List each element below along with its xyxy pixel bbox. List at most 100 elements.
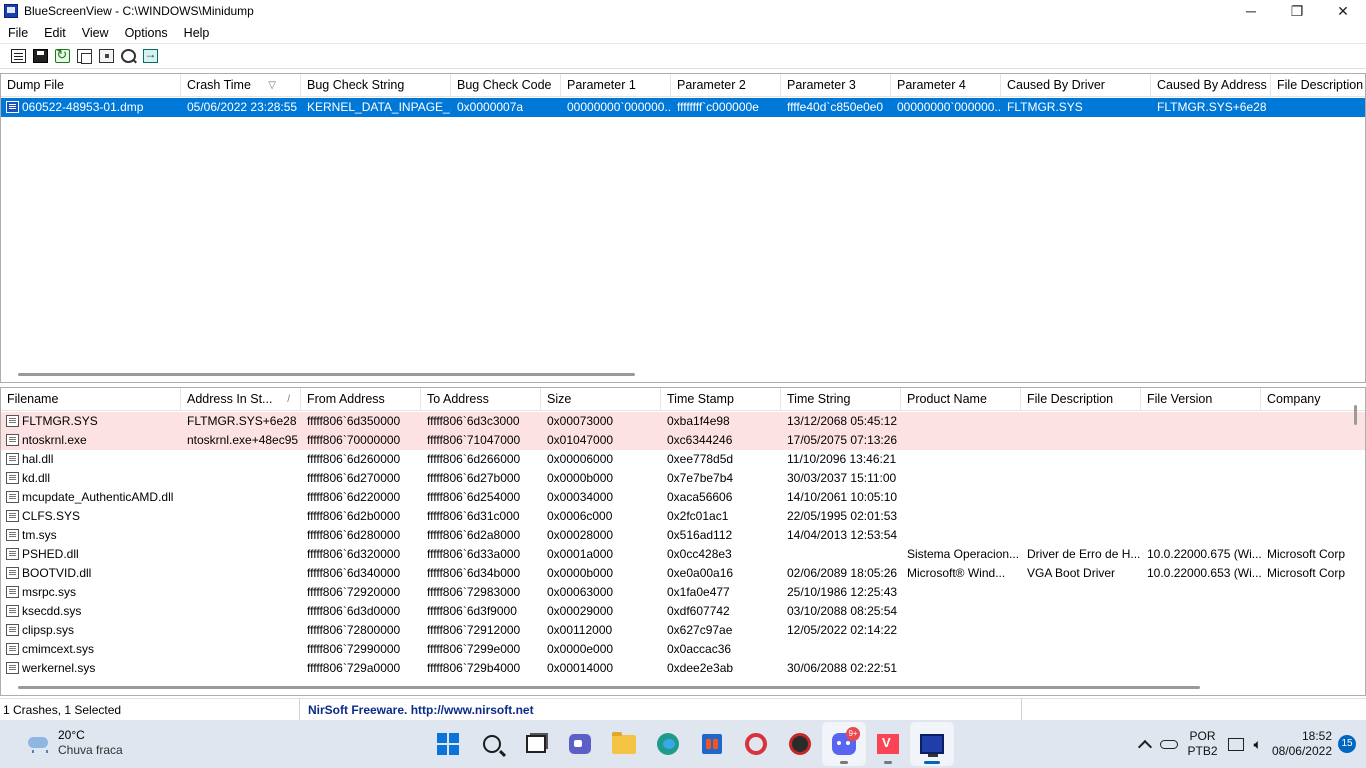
column-bug-check-string[interactable]: Bug Check String bbox=[301, 74, 451, 97]
column-company[interactable]: Company bbox=[1261, 388, 1365, 411]
opera-button[interactable] bbox=[734, 722, 778, 766]
find-button[interactable] bbox=[117, 45, 139, 67]
cell-from-address: fffff806`72920000 bbox=[307, 585, 401, 599]
driver-filename: PSHED.dll bbox=[22, 547, 79, 561]
column-dump-file[interactable]: Dump File bbox=[1, 74, 181, 97]
crash-list[interactable]: Dump File Crash Time ▽ Bug Check String B… bbox=[0, 73, 1366, 383]
task-view-button[interactable] bbox=[514, 722, 558, 766]
column-parameter-2[interactable]: Parameter 2 bbox=[671, 74, 781, 97]
discord-button[interactable]: 9+ bbox=[822, 722, 866, 766]
column-caused-by-address[interactable]: Caused By Address bbox=[1151, 74, 1271, 97]
show-hidden-icons-button[interactable] bbox=[1135, 720, 1155, 768]
cell-product-name bbox=[901, 488, 1021, 507]
column-to-address[interactable]: To Address bbox=[421, 388, 541, 411]
copy-button[interactable] bbox=[73, 45, 95, 67]
minimize-button[interactable]: ─ bbox=[1228, 0, 1274, 22]
cell-product-name bbox=[901, 431, 1021, 450]
cell-bug-check-string: KERNEL_DATA_INPAGE_... bbox=[307, 100, 451, 114]
menu-options[interactable]: Options bbox=[117, 22, 176, 44]
driver-row[interactable]: PSHED.dll fffff806`6d320000 fffff806`6d33a… bbox=[1, 545, 1365, 564]
cell-file-description bbox=[1021, 526, 1141, 545]
weather-widget[interactable]: 20°C Chuva fraca bbox=[26, 728, 123, 758]
start-button[interactable] bbox=[426, 722, 470, 766]
cell-file-description bbox=[1021, 469, 1141, 488]
cell-file-version: 10.0.22000.675 (Wi... bbox=[1147, 547, 1261, 561]
driver-row[interactable]: kd.dll fffff806`6d270000 fffff806`6d27b000… bbox=[1, 469, 1365, 488]
valorant-button[interactable] bbox=[866, 722, 910, 766]
column-product-name[interactable]: Product Name bbox=[901, 388, 1021, 411]
driver-row[interactable]: mcupdate_AuthenticAMD.dll fffff806`6d2200… bbox=[1, 488, 1365, 507]
driver-row[interactable]: cmimcext.sys fffff806`72990000 fffff806`72… bbox=[1, 640, 1365, 659]
column-crash-time[interactable]: Crash Time ▽ bbox=[181, 74, 301, 97]
clock-time: 18:52 bbox=[1301, 729, 1332, 743]
driver-row[interactable]: ntoskrnl.exe ntoskrnl.exe+48ec95 fffff806`… bbox=[1, 431, 1365, 450]
menu-help[interactable]: Help bbox=[176, 22, 218, 44]
crash-row[interactable]: 060522-48953-01.dmp 05/06/2022 23:28:55 … bbox=[1, 98, 1365, 117]
driver-row[interactable]: msrpc.sys fffff806`72920000 fffff806`72983… bbox=[1, 583, 1365, 602]
refresh-button[interactable] bbox=[51, 45, 73, 67]
onedrive-button[interactable] bbox=[1155, 720, 1183, 768]
driver-row[interactable]: tm.sys fffff806`6d280000 fffff806`6d2a8000… bbox=[1, 526, 1365, 545]
menu-file[interactable]: File bbox=[0, 22, 36, 44]
crash-list-hscrollbar[interactable] bbox=[1, 368, 1365, 380]
cell-file-version bbox=[1141, 488, 1261, 507]
driver-filename: kd.dll bbox=[22, 471, 51, 485]
nirsoft-link[interactable]: NirSoft Freeware. http://www.nirsoft.net bbox=[300, 698, 1022, 721]
driver-list-vscroll-thumb[interactable] bbox=[1354, 405, 1357, 425]
clock[interactable]: 18:52 08/06/2022 bbox=[1267, 720, 1338, 768]
weather-temp: 20°C bbox=[58, 728, 85, 742]
cell-from-address: fffff806`729a0000 bbox=[307, 661, 401, 675]
save-button[interactable] bbox=[29, 45, 51, 67]
column-bug-check-code[interactable]: Bug Check Code bbox=[451, 74, 561, 97]
column-file-description[interactable]: File Description bbox=[1271, 74, 1365, 97]
column-from-address[interactable]: From Address bbox=[301, 388, 421, 411]
cell-time-string bbox=[781, 545, 901, 564]
cell-product-name bbox=[901, 640, 1021, 659]
driver-row[interactable]: BOOTVID.dll fffff806`6d340000 fffff806`6d3… bbox=[1, 564, 1365, 583]
column-file-version[interactable]: File Version bbox=[1141, 388, 1261, 411]
network-button[interactable] bbox=[1223, 720, 1249, 768]
crash-list-hscroll-thumb[interactable] bbox=[18, 373, 635, 376]
column-time-stamp[interactable]: Time Stamp bbox=[661, 388, 781, 411]
close-button[interactable]: ✕ bbox=[1320, 0, 1366, 22]
column-parameter-4[interactable]: Parameter 4 bbox=[891, 74, 1001, 97]
properties-button[interactable] bbox=[7, 45, 29, 67]
column-filename[interactable]: Filename bbox=[1, 388, 181, 411]
column-caused-by-driver[interactable]: Caused By Driver bbox=[1001, 74, 1151, 97]
driver-row[interactable]: clipsp.sys fffff806`72800000 fffff806`7291… bbox=[1, 621, 1365, 640]
column-file-description[interactable]: File Description bbox=[1021, 388, 1141, 411]
driver-row[interactable]: CLFS.SYS fffff806`6d2b0000 fffff806`6d31c0… bbox=[1, 507, 1365, 526]
driver-row[interactable]: werkernel.sys fffff806`729a0000 fffff806`7… bbox=[1, 659, 1365, 678]
cell-company bbox=[1261, 488, 1365, 507]
menu-view[interactable]: View bbox=[74, 22, 117, 44]
edge-button[interactable] bbox=[646, 722, 690, 766]
notification-count[interactable]: 15 bbox=[1338, 735, 1356, 753]
driver-list-hscroll-thumb[interactable] bbox=[18, 686, 1200, 689]
driver-row[interactable]: hal.dll fffff806`6d260000 fffff806`6d26600… bbox=[1, 450, 1365, 469]
volume-button[interactable]: 🔈︎ bbox=[1249, 720, 1267, 768]
restore-button[interactable]: ❐ bbox=[1274, 0, 1320, 22]
store-button[interactable] bbox=[690, 722, 734, 766]
search-button[interactable] bbox=[470, 722, 514, 766]
bluescreenview-button[interactable] bbox=[910, 722, 954, 766]
app-gear-button[interactable] bbox=[778, 722, 822, 766]
cell-filename: clipsp.sys bbox=[1, 621, 181, 640]
driver-row[interactable]: ksecdd.sys fffff806`6d3d0000 fffff806`6d3f… bbox=[1, 602, 1365, 621]
chat-button[interactable] bbox=[558, 722, 602, 766]
file-explorer-button[interactable] bbox=[602, 722, 646, 766]
html-report-button[interactable] bbox=[95, 45, 117, 67]
driver-filename: cmimcext.sys bbox=[22, 642, 94, 656]
menu-edit[interactable]: Edit bbox=[36, 22, 74, 44]
language-indicator[interactable]: POR PTB2 bbox=[1183, 720, 1223, 768]
driver-list[interactable]: Filename Address In St... / From Address … bbox=[0, 387, 1366, 696]
driver-row[interactable]: FLTMGR.SYS FLTMGR.SYS+6e28 fffff806`6d3500… bbox=[1, 412, 1365, 431]
column-time-string[interactable]: Time String bbox=[781, 388, 901, 411]
column-address-in-stack[interactable]: Address In St... / bbox=[181, 388, 301, 411]
column-parameter-1[interactable]: Parameter 1 bbox=[561, 74, 671, 97]
column-size[interactable]: Size bbox=[541, 388, 661, 411]
column-parameter-3[interactable]: Parameter 3 bbox=[781, 74, 891, 97]
exit-button[interactable] bbox=[139, 45, 161, 67]
cell-time-stamp: 0x516ad112 bbox=[667, 528, 733, 542]
cell-product-name: Microsoft® Wind... bbox=[907, 566, 1006, 580]
driver-list-hscrollbar[interactable] bbox=[1, 681, 1365, 693]
